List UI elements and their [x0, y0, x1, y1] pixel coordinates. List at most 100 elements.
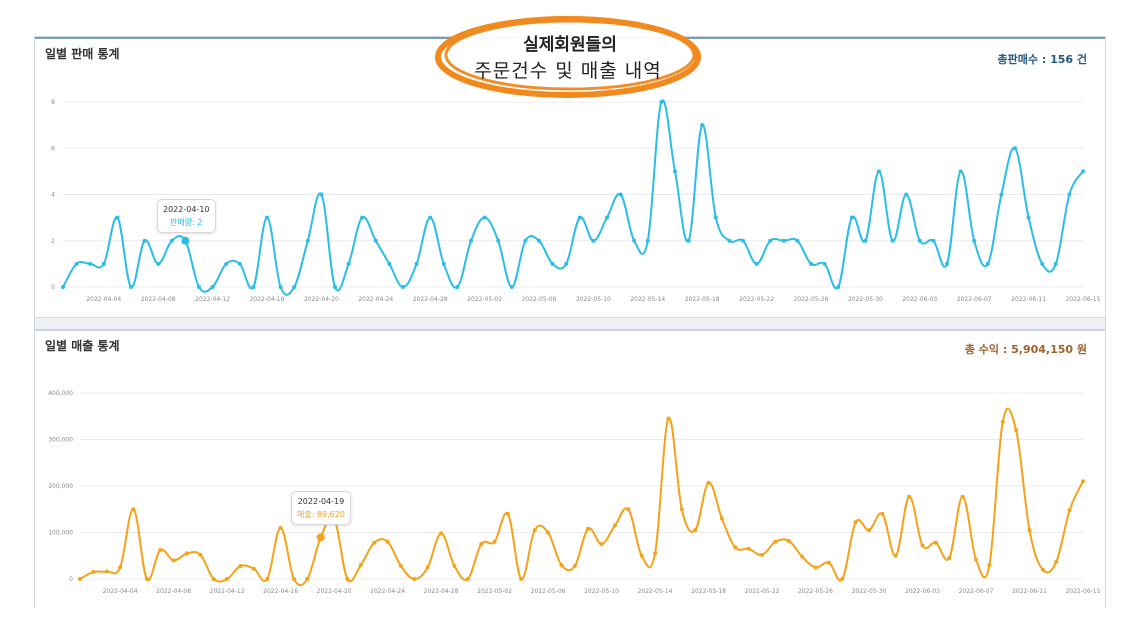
revenue-data-point: [893, 553, 898, 558]
sales-xtick-label: 2022-06-03: [902, 296, 937, 303]
sales-data-point: [659, 100, 664, 104]
revenue-data-point: [278, 525, 283, 530]
sales-data-point: [700, 123, 705, 128]
sales-data-point: [455, 285, 460, 289]
sales-data-point: [741, 238, 745, 243]
revenue-panel: 일별 매출 통계 총 수익 : 5,904,150 원 0 100,000 200,…: [35, 329, 1105, 609]
revenue-data-point: [358, 563, 363, 568]
revenue-xtick-label: 2022-04-04: [103, 588, 138, 595]
dashboard-frame: 일별 판매 통계 총판매수 : 156 건 0 2 4 6 8 2022-04-04 202…: [34, 36, 1106, 609]
revenue-data-point: [131, 507, 136, 512]
sales-data-point: [673, 169, 677, 174]
revenue-xtick-label: 2022-04-08: [156, 588, 191, 595]
revenue-data-point: [960, 494, 965, 499]
revenue-series-line: [79, 407, 1084, 587]
sales-data-point: [781, 238, 786, 243]
revenue-xtick-label: 2022-06-07: [959, 588, 994, 595]
revenue-data-point: [225, 577, 230, 581]
revenue-data-point: [452, 563, 457, 568]
revenue-data-point: [158, 548, 163, 553]
revenue-data-point: [907, 494, 912, 499]
revenue-data-point: [345, 577, 350, 581]
sales-xtick-label: 2022-04-28: [413, 296, 448, 303]
sales-data-point: [482, 215, 487, 220]
sales-data-point: [972, 238, 977, 243]
revenue-data-point: [639, 553, 644, 558]
sales-data-point: [713, 215, 718, 220]
revenue-data-point: [706, 480, 711, 485]
revenue-data-point: [572, 563, 577, 568]
sales-data-point: [768, 238, 773, 243]
sales-data-point: [1013, 146, 1017, 151]
sales-data-point: [129, 285, 133, 289]
sales-xtick-label: 2022-06-07: [957, 296, 992, 303]
sales-data-point: [877, 169, 881, 174]
sales-data-point: [469, 238, 473, 243]
sales-data-point: [414, 261, 419, 266]
revenue-data-point: [118, 565, 123, 570]
sales-xtick-label: 2022-05-30: [848, 296, 883, 303]
sales-data-point: [101, 261, 106, 266]
sales-data-point: [210, 285, 215, 289]
sales-xtick-label: 2022-05-18: [685, 296, 720, 303]
sales-data-point: [360, 215, 365, 220]
sales-data-point: [904, 192, 909, 197]
revenue-data-point: [305, 577, 310, 581]
sales-data-point: [496, 238, 501, 243]
revenue-xtick-label: 2022-05-22: [745, 588, 780, 595]
revenue-data-point: [479, 542, 484, 547]
revenue-data-point: [532, 528, 537, 533]
sales-data-point: [346, 261, 351, 266]
revenue-data-point: [546, 530, 551, 535]
sales-data-point: [1081, 169, 1085, 174]
revenue-data-point: [1027, 528, 1032, 533]
sales-data-point: [509, 285, 514, 289]
sales-xtick-label: 2022-04-16: [250, 296, 285, 303]
sales-xtick-label: 2022-05-22: [739, 296, 774, 303]
revenue-data-point: [1000, 419, 1005, 424]
revenue-xtick-label: 2022-05-18: [691, 588, 726, 595]
sales-data-point: [1053, 261, 1058, 266]
revenue-tooltip: 2022-04-19 매출: 89,620: [291, 491, 351, 525]
revenue-data-point: [760, 552, 765, 557]
revenue-ytick-label: 200,000: [48, 483, 73, 490]
revenue-data-point: [78, 577, 82, 581]
revenue-data-point: [840, 577, 845, 581]
revenue-line-chart[interactable]: 0 100,000 200,000 300,000 400,000 2022-04-04 2…: [35, 331, 1105, 609]
revenue-data-point: [559, 563, 564, 568]
sales-data-point: [618, 192, 623, 197]
revenue-ytick-label: 0: [69, 576, 73, 583]
revenue-data-point: [987, 563, 992, 568]
revenue-data-point: [91, 570, 96, 575]
sales-xtick-label: 2022-04-04: [86, 296, 121, 303]
revenue-data-point: [291, 577, 296, 581]
sales-data-point: [890, 238, 895, 243]
revenue-ytick-label: 300,000: [48, 437, 73, 444]
sales-data-point: [278, 285, 283, 289]
sales-xtick-label: 2022-05-06: [522, 296, 557, 303]
sales-data-point: [849, 215, 854, 220]
sales-data-point: [401, 285, 405, 289]
revenue-data-point: [316, 533, 325, 542]
sales-data-point: [319, 192, 324, 197]
revenue-data-point: [599, 542, 604, 547]
revenue-data-point: [813, 565, 818, 570]
revenue-data-point: [104, 569, 109, 574]
revenue-data-point: [385, 539, 390, 544]
sales-data-point: [197, 285, 201, 289]
sales-ytick-label: 0: [51, 284, 55, 291]
revenue-data-point: [265, 577, 270, 581]
sales-tooltip-value: 판매량: 2: [170, 218, 203, 227]
sales-data-point: [237, 261, 242, 266]
revenue-data-point: [612, 523, 617, 528]
sales-data-point: [686, 238, 691, 243]
sales-xtick-label: 2022-04-08: [141, 296, 176, 303]
revenue-data-point: [519, 577, 524, 581]
sales-xtick-label: 2022-05-02: [467, 296, 502, 303]
revenue-data-point: [586, 526, 591, 531]
sales-data-point: [591, 238, 596, 243]
sales-tooltip-date: 2022-04-10: [163, 205, 210, 214]
revenue-data-point: [398, 563, 403, 568]
revenue-xtick-label: 2022-06-11: [1012, 588, 1047, 595]
revenue-data-point: [679, 507, 684, 512]
